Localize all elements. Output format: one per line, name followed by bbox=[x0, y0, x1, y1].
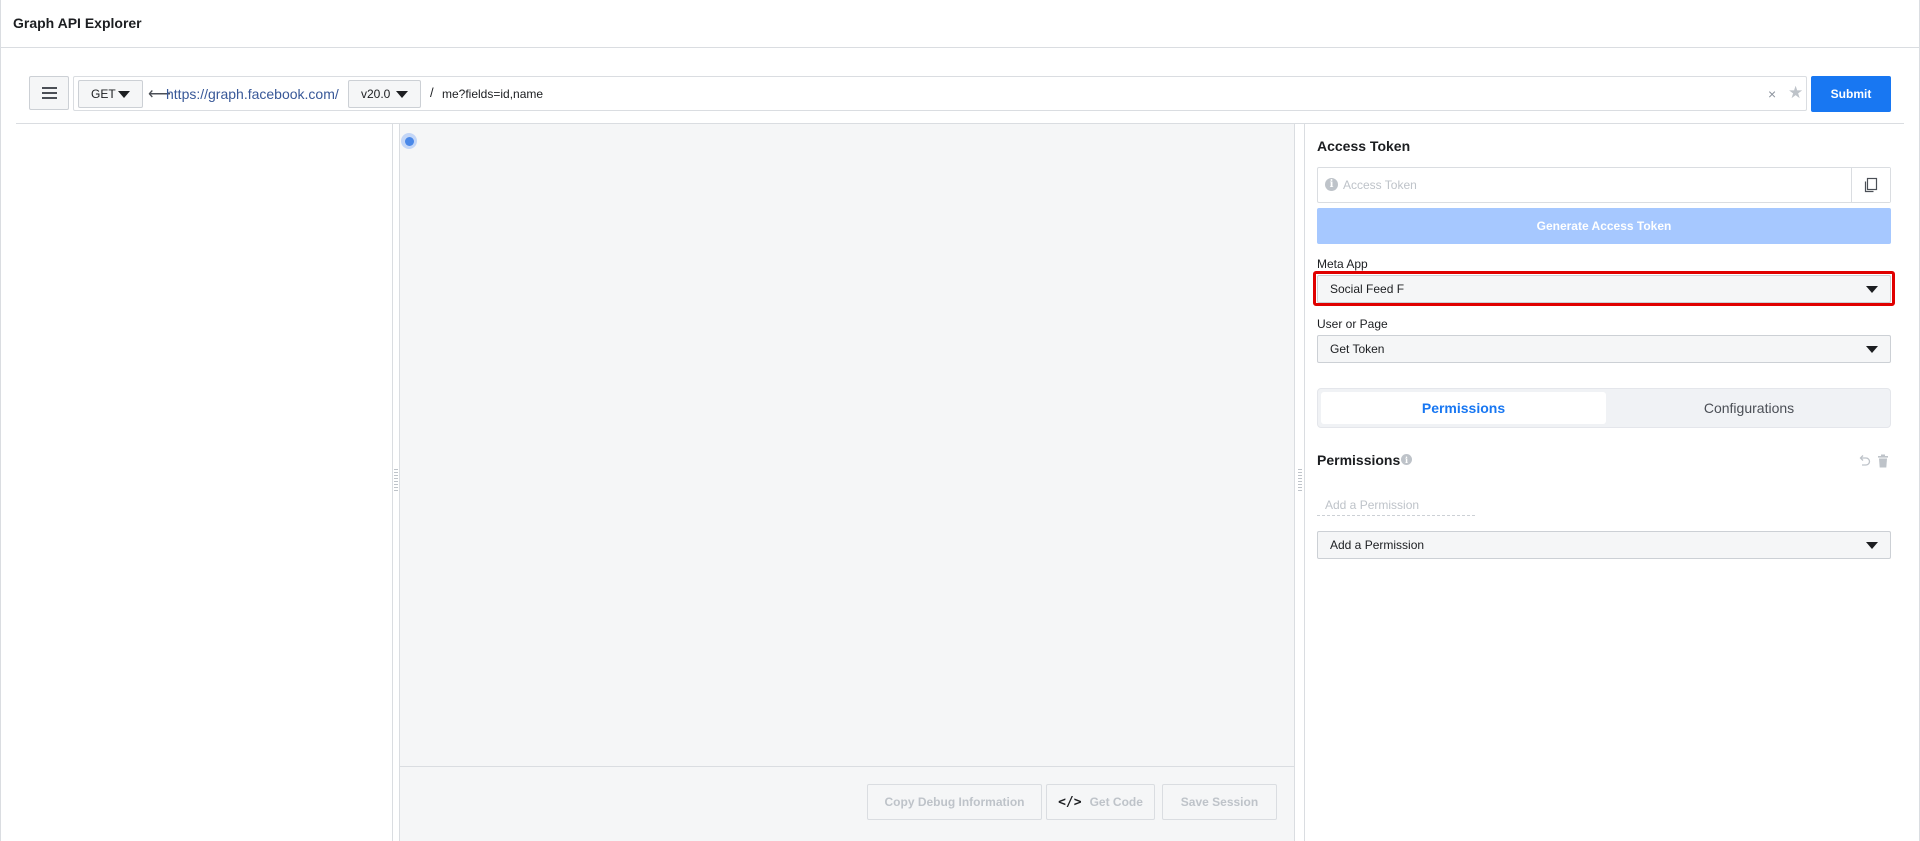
response-panel: Copy Debug Information </> Get Code Save… bbox=[400, 124, 1295, 841]
user-or-page-label: User or Page bbox=[1317, 317, 1388, 331]
info-icon: i bbox=[1401, 454, 1412, 465]
tab-bar: Permissions Configurations bbox=[1317, 388, 1891, 428]
permissions-title: Permissions bbox=[1317, 452, 1401, 468]
chevron-down-icon bbox=[118, 91, 130, 98]
user-or-page-value: Get Token bbox=[1330, 342, 1385, 356]
clear-icon[interactable]: × bbox=[1768, 86, 1776, 102]
grip-icon bbox=[394, 469, 398, 491]
app-title: Graph API Explorer bbox=[13, 15, 142, 31]
selection-highlight bbox=[1313, 271, 1895, 306]
tab-configurations[interactable]: Configurations bbox=[1608, 392, 1890, 424]
code-icon: </> bbox=[1058, 794, 1082, 810]
info-icon: i bbox=[1325, 178, 1338, 191]
access-token-panel: Access Token i Generate Access Token Met… bbox=[1305, 124, 1904, 841]
hamburger-icon bbox=[41, 87, 57, 99]
version-select[interactable]: v20.0 bbox=[348, 80, 421, 108]
copy-debug-button[interactable]: Copy Debug Information bbox=[867, 784, 1042, 820]
undo-icon[interactable] bbox=[1857, 454, 1871, 468]
path-separator: / bbox=[430, 85, 434, 100]
access-token-field: i bbox=[1317, 167, 1891, 203]
top-bar: Graph API Explorer bbox=[0, 0, 1920, 48]
copy-icon bbox=[1864, 177, 1878, 193]
user-or-page-select[interactable]: Get Token bbox=[1317, 335, 1891, 363]
response-footer: Copy Debug Information </> Get Code Save… bbox=[400, 766, 1294, 841]
meta-app-label: Meta App bbox=[1317, 257, 1368, 271]
trash-icon[interactable] bbox=[1877, 454, 1889, 468]
chevron-down-icon bbox=[1866, 346, 1878, 353]
base-url: https://graph.facebook.com/ bbox=[166, 86, 339, 102]
star-icon[interactable]: ★ bbox=[1788, 83, 1803, 103]
grip-icon bbox=[1298, 469, 1302, 491]
tab-permissions[interactable]: Permissions bbox=[1321, 392, 1606, 424]
method-select[interactable]: GET bbox=[78, 80, 143, 108]
panel-resize-handle-right[interactable] bbox=[1296, 124, 1305, 841]
query-bar: GET ⟵ https://graph.facebook.com/ v20.0 … bbox=[16, 74, 1904, 112]
url-box: GET ⟵ https://graph.facebook.com/ v20.0 … bbox=[73, 76, 1807, 111]
add-permission-input[interactable] bbox=[1317, 494, 1475, 516]
get-code-label: Get Code bbox=[1089, 795, 1143, 809]
chevron-down-icon bbox=[1866, 542, 1878, 549]
copy-token-button[interactable] bbox=[1851, 168, 1890, 202]
get-code-button[interactable]: </> Get Code bbox=[1046, 784, 1155, 820]
chevron-down-icon bbox=[396, 91, 408, 98]
submit-button[interactable]: Submit bbox=[1811, 76, 1891, 112]
left-panel bbox=[16, 124, 392, 841]
access-token-input[interactable] bbox=[1343, 174, 1843, 196]
version-value: v20.0 bbox=[361, 87, 391, 101]
generate-access-token-button[interactable]: Generate Access Token bbox=[1317, 208, 1891, 244]
add-permission-select[interactable]: Add a Permission bbox=[1317, 531, 1891, 559]
save-session-button[interactable]: Save Session bbox=[1162, 784, 1277, 820]
query-path-input[interactable] bbox=[442, 82, 1742, 106]
loading-dot-icon bbox=[401, 133, 417, 149]
access-token-title: Access Token bbox=[1317, 138, 1411, 154]
method-value: GET bbox=[91, 87, 116, 101]
menu-button[interactable] bbox=[29, 76, 69, 110]
add-permission-value: Add a Permission bbox=[1330, 538, 1425, 552]
panel-resize-handle-left[interactable] bbox=[392, 124, 400, 841]
